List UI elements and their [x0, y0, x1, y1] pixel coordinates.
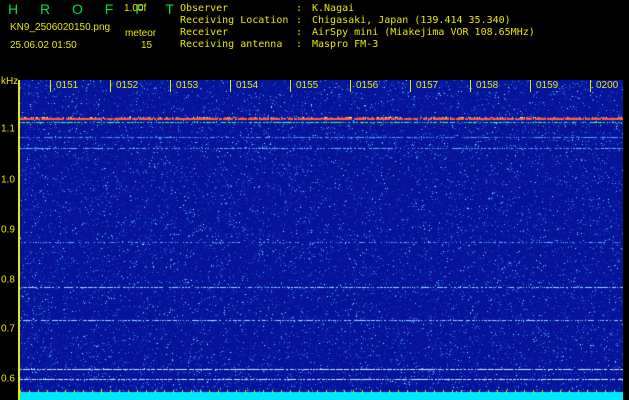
- info-value: Maspro FM-3: [312, 39, 379, 50]
- spectrogram-waterfall: [20, 80, 623, 400]
- time-tick: [230, 80, 231, 92]
- meteor-count: 15: [141, 40, 153, 51]
- time-tick: [410, 80, 411, 92]
- time-tick: [350, 80, 351, 92]
- info-row-receiver: Receiver: AirSpy mini (Miakejima VOR 108.…: [180, 27, 535, 39]
- time-tick: [290, 80, 291, 92]
- header-panel: H R O F F T 1.00f KN9_2506020150.png met…: [0, 0, 629, 80]
- info-value: AirSpy mini (Miakejima VOR 108.65MHz): [312, 27, 535, 38]
- time-tick: [470, 80, 471, 92]
- y-tick-label: 0.8: [1, 274, 15, 286]
- info-key: Receiver: [180, 27, 229, 38]
- info-key: Observer: [180, 3, 229, 14]
- y-tick-label: 1.1: [1, 123, 15, 135]
- y-tick-label: 0.7: [1, 323, 15, 335]
- observation-info: Observer: K.Nagai Receiving Location: Chig…: [180, 3, 535, 51]
- y-tick-label: 0.9: [1, 224, 15, 236]
- info-key: Receiving Location: [180, 15, 289, 26]
- frequency-unit-label: kHz: [1, 76, 19, 87]
- time-label: 0153: [175, 80, 200, 91]
- info-colon: :: [296, 39, 303, 50]
- info-value: Chigasaki, Japan (139.414 35.340): [312, 15, 511, 26]
- info-row-location: Receiving Location: Chigasaki, Japan (139…: [180, 15, 535, 27]
- version-label: 1.00f: [124, 3, 147, 14]
- right-border: [623, 80, 629, 400]
- app-title: H R O F F T: [8, 1, 183, 17]
- file-name: KN9_2506020150.png: [10, 22, 111, 33]
- time-tick: [590, 80, 591, 92]
- time-label: 0157: [415, 80, 440, 91]
- info-value: K.Nagai: [312, 3, 355, 14]
- time-label: 0155: [295, 80, 320, 91]
- time-label: 0159: [535, 80, 560, 91]
- time-label: 0154: [235, 80, 260, 91]
- info-row-antenna: Receiving antenna: Maspro FM-3: [180, 39, 535, 51]
- time-tick: [170, 80, 171, 92]
- time-label: 0200: [595, 80, 620, 91]
- info-row-observer: Observer: K.Nagai: [180, 3, 535, 15]
- info-colon: :: [296, 3, 303, 14]
- y-tick-label: 1.0: [1, 174, 15, 186]
- info-colon: :: [296, 15, 303, 26]
- info-key: Receiving antenna: [180, 39, 283, 50]
- y-tick-label: 0.6: [1, 373, 15, 385]
- datetime-label: 25.06.02 01:50: [10, 40, 77, 51]
- time-label: 0158: [475, 80, 500, 91]
- time-label: 0152: [115, 80, 140, 91]
- time-tick: [530, 80, 531, 92]
- time-label: 0151: [55, 80, 80, 91]
- info-colon: :: [296, 27, 303, 38]
- time-tick: [50, 80, 51, 92]
- time-tick: [110, 80, 111, 92]
- meteor-label: meteor: [125, 28, 157, 39]
- time-label: 0156: [355, 80, 380, 91]
